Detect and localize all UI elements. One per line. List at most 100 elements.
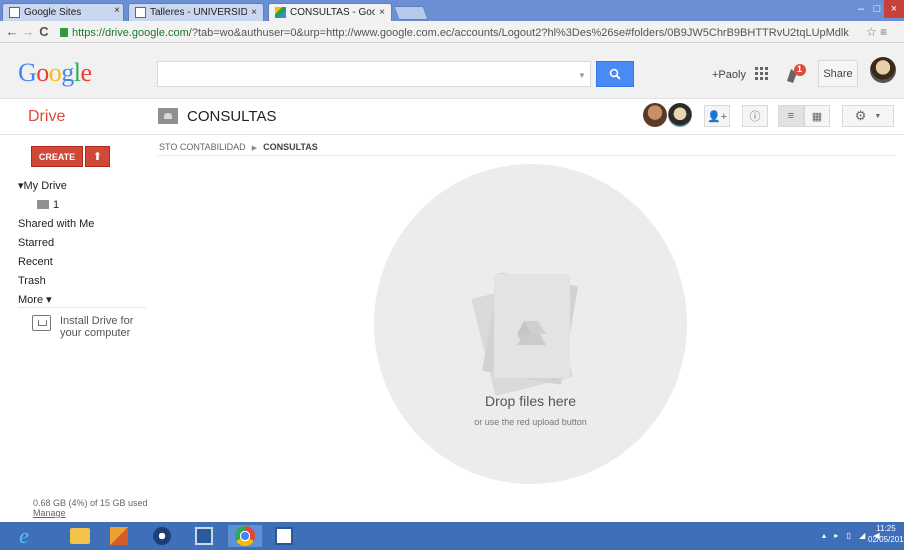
tab-google-sites[interactable]: Google Sites xyxy=(2,3,124,21)
notification-count: 1 xyxy=(797,64,803,74)
sidebar-item-label: More ▾ xyxy=(18,294,52,306)
grid-view-icon: ▦ xyxy=(811,110,823,123)
sidebar-nav: ▾My Drive 1 Shared with Me Starred Recen… xyxy=(18,177,94,310)
sidebar-item-trash[interactable]: Trash xyxy=(18,272,94,291)
url-field[interactable]: https://drive.google.com/?tab=wo&authuse… xyxy=(60,24,862,41)
browser-tab-strip: Google Sites Talleres - UNIVERSIDAD TI ×… xyxy=(0,0,904,21)
clock-time: 11:25 xyxy=(876,524,896,533)
logo-letter: o xyxy=(48,58,62,87)
breadcrumb: STO CONTABILIDAD ▶ CONSULTAS xyxy=(159,142,318,152)
lock-icon xyxy=(60,28,68,37)
sidebar-item-label: Trash xyxy=(18,275,46,287)
breadcrumb-parent[interactable]: STO CONTABILIDAD xyxy=(159,142,246,152)
grid-view-button[interactable]: ▦ xyxy=(804,105,830,127)
media-player-icon[interactable] xyxy=(150,525,174,547)
drop-files-title: Drop files here xyxy=(484,393,577,409)
breadcrumb-current: CONSULTAS xyxy=(263,142,318,152)
sidebar-item-label: ▾My Drive xyxy=(18,180,67,192)
share-button[interactable]: Share xyxy=(818,60,858,87)
sidebar-item-label: Shared with Me xyxy=(18,218,95,230)
gear-icon: ⚙ xyxy=(854,108,867,123)
store-app-icon[interactable] xyxy=(107,525,131,547)
tab-consultas[interactable]: CONSULTAS - Google Dri × xyxy=(268,3,392,21)
sidebar-item-label: 1 xyxy=(53,199,60,211)
list-view-button[interactable]: ≡ xyxy=(778,105,804,127)
url-path: /?tab=wo&authuser=0&urp=http://www.googl… xyxy=(188,26,849,39)
upload-icon: ⬆ xyxy=(92,151,103,163)
search-input[interactable] xyxy=(158,62,590,86)
google-logo[interactable]: Google xyxy=(18,58,92,88)
sidebar-item-my-drive[interactable]: ▾My Drive xyxy=(18,177,94,196)
app-icon[interactable] xyxy=(192,525,216,547)
taskbar-clock[interactable]: 11:25 02/05/2014 xyxy=(868,523,904,545)
install-drive-link[interactable]: Install Drive for your computer xyxy=(32,315,152,339)
word-icon[interactable] xyxy=(272,525,296,547)
collaborator-avatar[interactable] xyxy=(668,103,692,127)
close-window-button[interactable]: × xyxy=(884,0,904,18)
sites-icon xyxy=(9,7,20,18)
settings-button[interactable]: ⚙ ▼ xyxy=(842,105,894,127)
drop-zone[interactable] xyxy=(374,164,687,484)
list-view-icon: ≡ xyxy=(787,110,795,122)
drive-icon xyxy=(275,7,286,18)
folder-title: CONSULTAS xyxy=(187,108,277,125)
sidebar-item-shared-with-me[interactable]: Shared with Me xyxy=(18,215,94,234)
new-tab-button[interactable] xyxy=(393,6,429,20)
tab-title: Talleres - UNIVERSIDAD TI xyxy=(150,7,248,18)
logo-letter: G xyxy=(18,58,37,87)
create-button[interactable]: CREATE xyxy=(31,146,83,167)
files-illustration-icon xyxy=(471,272,578,396)
windows-taskbar: e xyxy=(0,522,904,550)
profile-link[interactable]: +Paoly xyxy=(712,69,746,81)
add-people-button[interactable]: 👤+ xyxy=(704,105,730,127)
info-icon: ⓘ xyxy=(749,111,761,123)
sidebar-divider xyxy=(18,307,146,308)
clock-date: 02/05/2014 xyxy=(868,535,904,544)
account-avatar[interactable] xyxy=(870,57,896,83)
apps-grid-icon[interactable] xyxy=(755,67,768,80)
search-options-caret-icon[interactable]: ▼ xyxy=(578,71,586,80)
content-divider xyxy=(157,155,895,156)
close-tab-icon[interactable]: × xyxy=(114,5,120,16)
address-bar: ← → C https://drive.google.com/?tab=wo&a… xyxy=(0,21,904,43)
search-icon xyxy=(609,68,621,80)
forward-arrow-icon[interactable]: → xyxy=(20,24,36,39)
logo-letter: g xyxy=(61,58,74,87)
sidebar-item-folder-1[interactable]: 1 xyxy=(18,196,94,215)
breadcrumb-separator-icon: ▶ xyxy=(251,145,258,152)
url-host: https://drive.google.com xyxy=(72,26,189,39)
chevron-down-icon: ▼ xyxy=(874,112,882,120)
tab-talleres[interactable]: Talleres - UNIVERSIDAD TI × xyxy=(128,3,264,21)
add-person-icon: 👤+ xyxy=(706,110,728,123)
shared-folder-icon xyxy=(158,108,178,124)
logo-letter: o xyxy=(36,58,49,87)
collaborator-avatar[interactable] xyxy=(643,103,667,127)
close-tab-icon[interactable]: × xyxy=(251,7,257,18)
notifications-bell-icon[interactable]: 1 xyxy=(784,63,808,85)
google-bar: Google ▼ +Paoly 1 Share xyxy=(0,43,904,99)
internet-explorer-icon[interactable]: e xyxy=(12,523,36,548)
logo-letter: l xyxy=(73,58,81,87)
close-tab-icon[interactable]: × xyxy=(379,7,385,18)
sidebar-item-recent[interactable]: Recent xyxy=(18,253,94,272)
logo-letter: e xyxy=(80,58,93,87)
upload-button[interactable]: ⬆ xyxy=(85,146,110,167)
drive-toolbar: Drive CONSULTAS 👤+ ⓘ ≡ ▦ ⚙ ▼ xyxy=(0,99,904,135)
drive-app-title[interactable]: Drive xyxy=(28,108,65,126)
search-button[interactable] xyxy=(596,61,634,87)
bookmark-star-icon[interactable]: ☆ ≡ xyxy=(866,25,887,39)
install-drive-text: Install Drive for your computer xyxy=(60,315,134,339)
chrome-icon[interactable] xyxy=(228,525,262,547)
manage-storage-link[interactable]: Manage xyxy=(33,508,66,518)
file-explorer-icon[interactable] xyxy=(68,525,92,547)
drop-files-hint: or use the red upload button xyxy=(474,417,587,427)
reload-icon[interactable]: C xyxy=(36,24,52,39)
sites-icon xyxy=(135,7,146,18)
sidebar-item-starred[interactable]: Starred xyxy=(18,234,94,253)
tab-title: CONSULTAS - Google Dri xyxy=(290,7,375,18)
search-box xyxy=(157,61,591,87)
sidebar-item-label: Starred xyxy=(18,237,55,249)
details-button[interactable]: ⓘ xyxy=(742,105,768,127)
back-arrow-icon[interactable]: ← xyxy=(4,24,20,39)
computer-download-icon xyxy=(32,315,51,331)
